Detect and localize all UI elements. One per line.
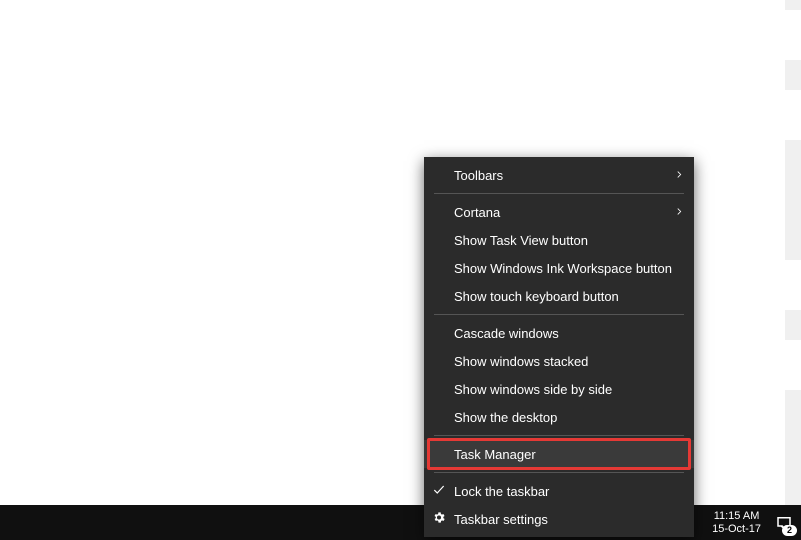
menu-item-label: Show touch keyboard button xyxy=(454,289,684,304)
menu-item-label: Show the desktop xyxy=(454,410,684,425)
menu-item-label: Toolbars xyxy=(454,168,684,183)
clock-date: 15-Oct-17 xyxy=(712,523,761,536)
gear-icon xyxy=(432,511,446,528)
menu-item-show-the-desktop[interactable]: Show the desktop xyxy=(424,403,694,431)
menu-item-show-windows-ink-workspace-button[interactable]: Show Windows Ink Workspace button xyxy=(424,254,694,282)
menu-item-label: Lock the taskbar xyxy=(454,484,684,499)
menu-separator xyxy=(434,472,684,473)
chevron-right-icon xyxy=(674,168,684,183)
menu-item-label: Taskbar settings xyxy=(454,512,684,527)
scrollbar-gap xyxy=(785,90,801,140)
menu-item-show-touch-keyboard-button[interactable]: Show touch keyboard button xyxy=(424,282,694,310)
menu-item-task-manager[interactable]: Task Manager xyxy=(424,440,694,468)
menu-item-toolbars[interactable]: Toolbars xyxy=(424,161,694,189)
menu-item-show-task-view-button[interactable]: Show Task View button xyxy=(424,226,694,254)
system-tray: 11:15 AM 15-Oct-17 2 xyxy=(706,505,801,540)
menu-item-show-windows-side-by-side[interactable]: Show windows side by side xyxy=(424,375,694,403)
chevron-right-icon xyxy=(674,205,684,220)
menu-separator xyxy=(434,314,684,315)
menu-item-label: Show Task View button xyxy=(454,233,684,248)
menu-item-label: Cortana xyxy=(454,205,684,220)
menu-item-label: Show Windows Ink Workspace button xyxy=(454,261,684,276)
vertical-scrollbar[interactable] xyxy=(785,0,801,540)
menu-separator xyxy=(434,193,684,194)
menu-item-label: Task Manager xyxy=(454,447,684,462)
menu-item-show-windows-stacked[interactable]: Show windows stacked xyxy=(424,347,694,375)
menu-item-label: Show windows stacked xyxy=(454,354,684,369)
menu-item-label: Cascade windows xyxy=(454,326,684,341)
scrollbar-gap xyxy=(785,10,801,60)
taskbar-context-menu: Toolbars Cortana Show Task View button Show… xyxy=(424,157,694,537)
scrollbar-gap xyxy=(785,340,801,390)
clock-time: 11:15 AM xyxy=(712,510,761,523)
check-icon xyxy=(432,483,446,500)
menu-item-cortana[interactable]: Cortana xyxy=(424,198,694,226)
clock[interactable]: 11:15 AM 15-Oct-17 xyxy=(706,510,767,536)
menu-item-label: Show windows side by side xyxy=(454,382,684,397)
menu-item-lock-the-taskbar[interactable]: Lock the taskbar xyxy=(424,477,694,505)
action-center-icon[interactable]: 2 xyxy=(767,505,801,540)
menu-item-cascade-windows[interactable]: Cascade windows xyxy=(424,319,694,347)
menu-separator xyxy=(434,435,684,436)
scrollbar-gap xyxy=(785,260,801,310)
notification-badge: 2 xyxy=(782,525,797,536)
menu-item-taskbar-settings[interactable]: Taskbar settings xyxy=(424,505,694,533)
